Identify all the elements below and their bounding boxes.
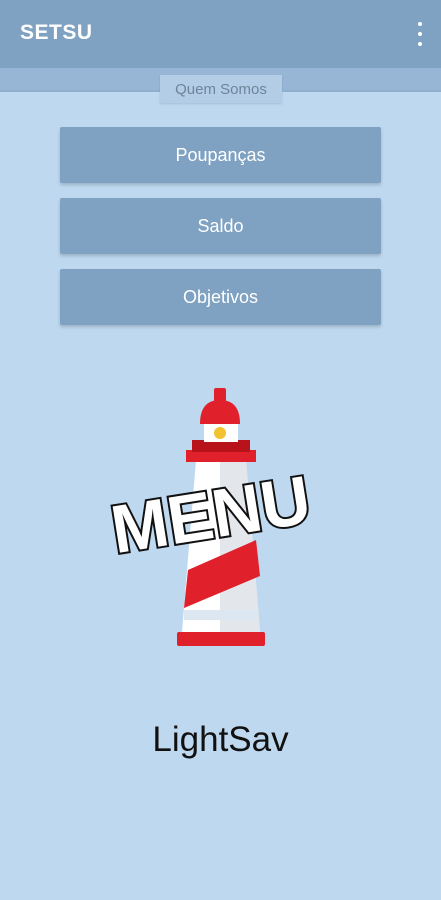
app-name: LightSav xyxy=(152,720,289,759)
saldo-button[interactable]: Saldo xyxy=(60,198,381,254)
lighthouse-logo: MENU xyxy=(104,388,318,646)
tab-quem-somos[interactable]: Quem Somos xyxy=(160,75,282,103)
app-bar: SETSU xyxy=(0,0,441,68)
more-vert-icon[interactable] xyxy=(413,22,427,46)
menu-sticker: MENU xyxy=(104,460,318,570)
objetivos-button[interactable]: Objetivos xyxy=(60,269,381,325)
menu-text: MENU xyxy=(106,462,316,568)
poupancas-button[interactable]: Poupanças xyxy=(60,127,381,183)
app-title: SETSU xyxy=(20,21,93,44)
